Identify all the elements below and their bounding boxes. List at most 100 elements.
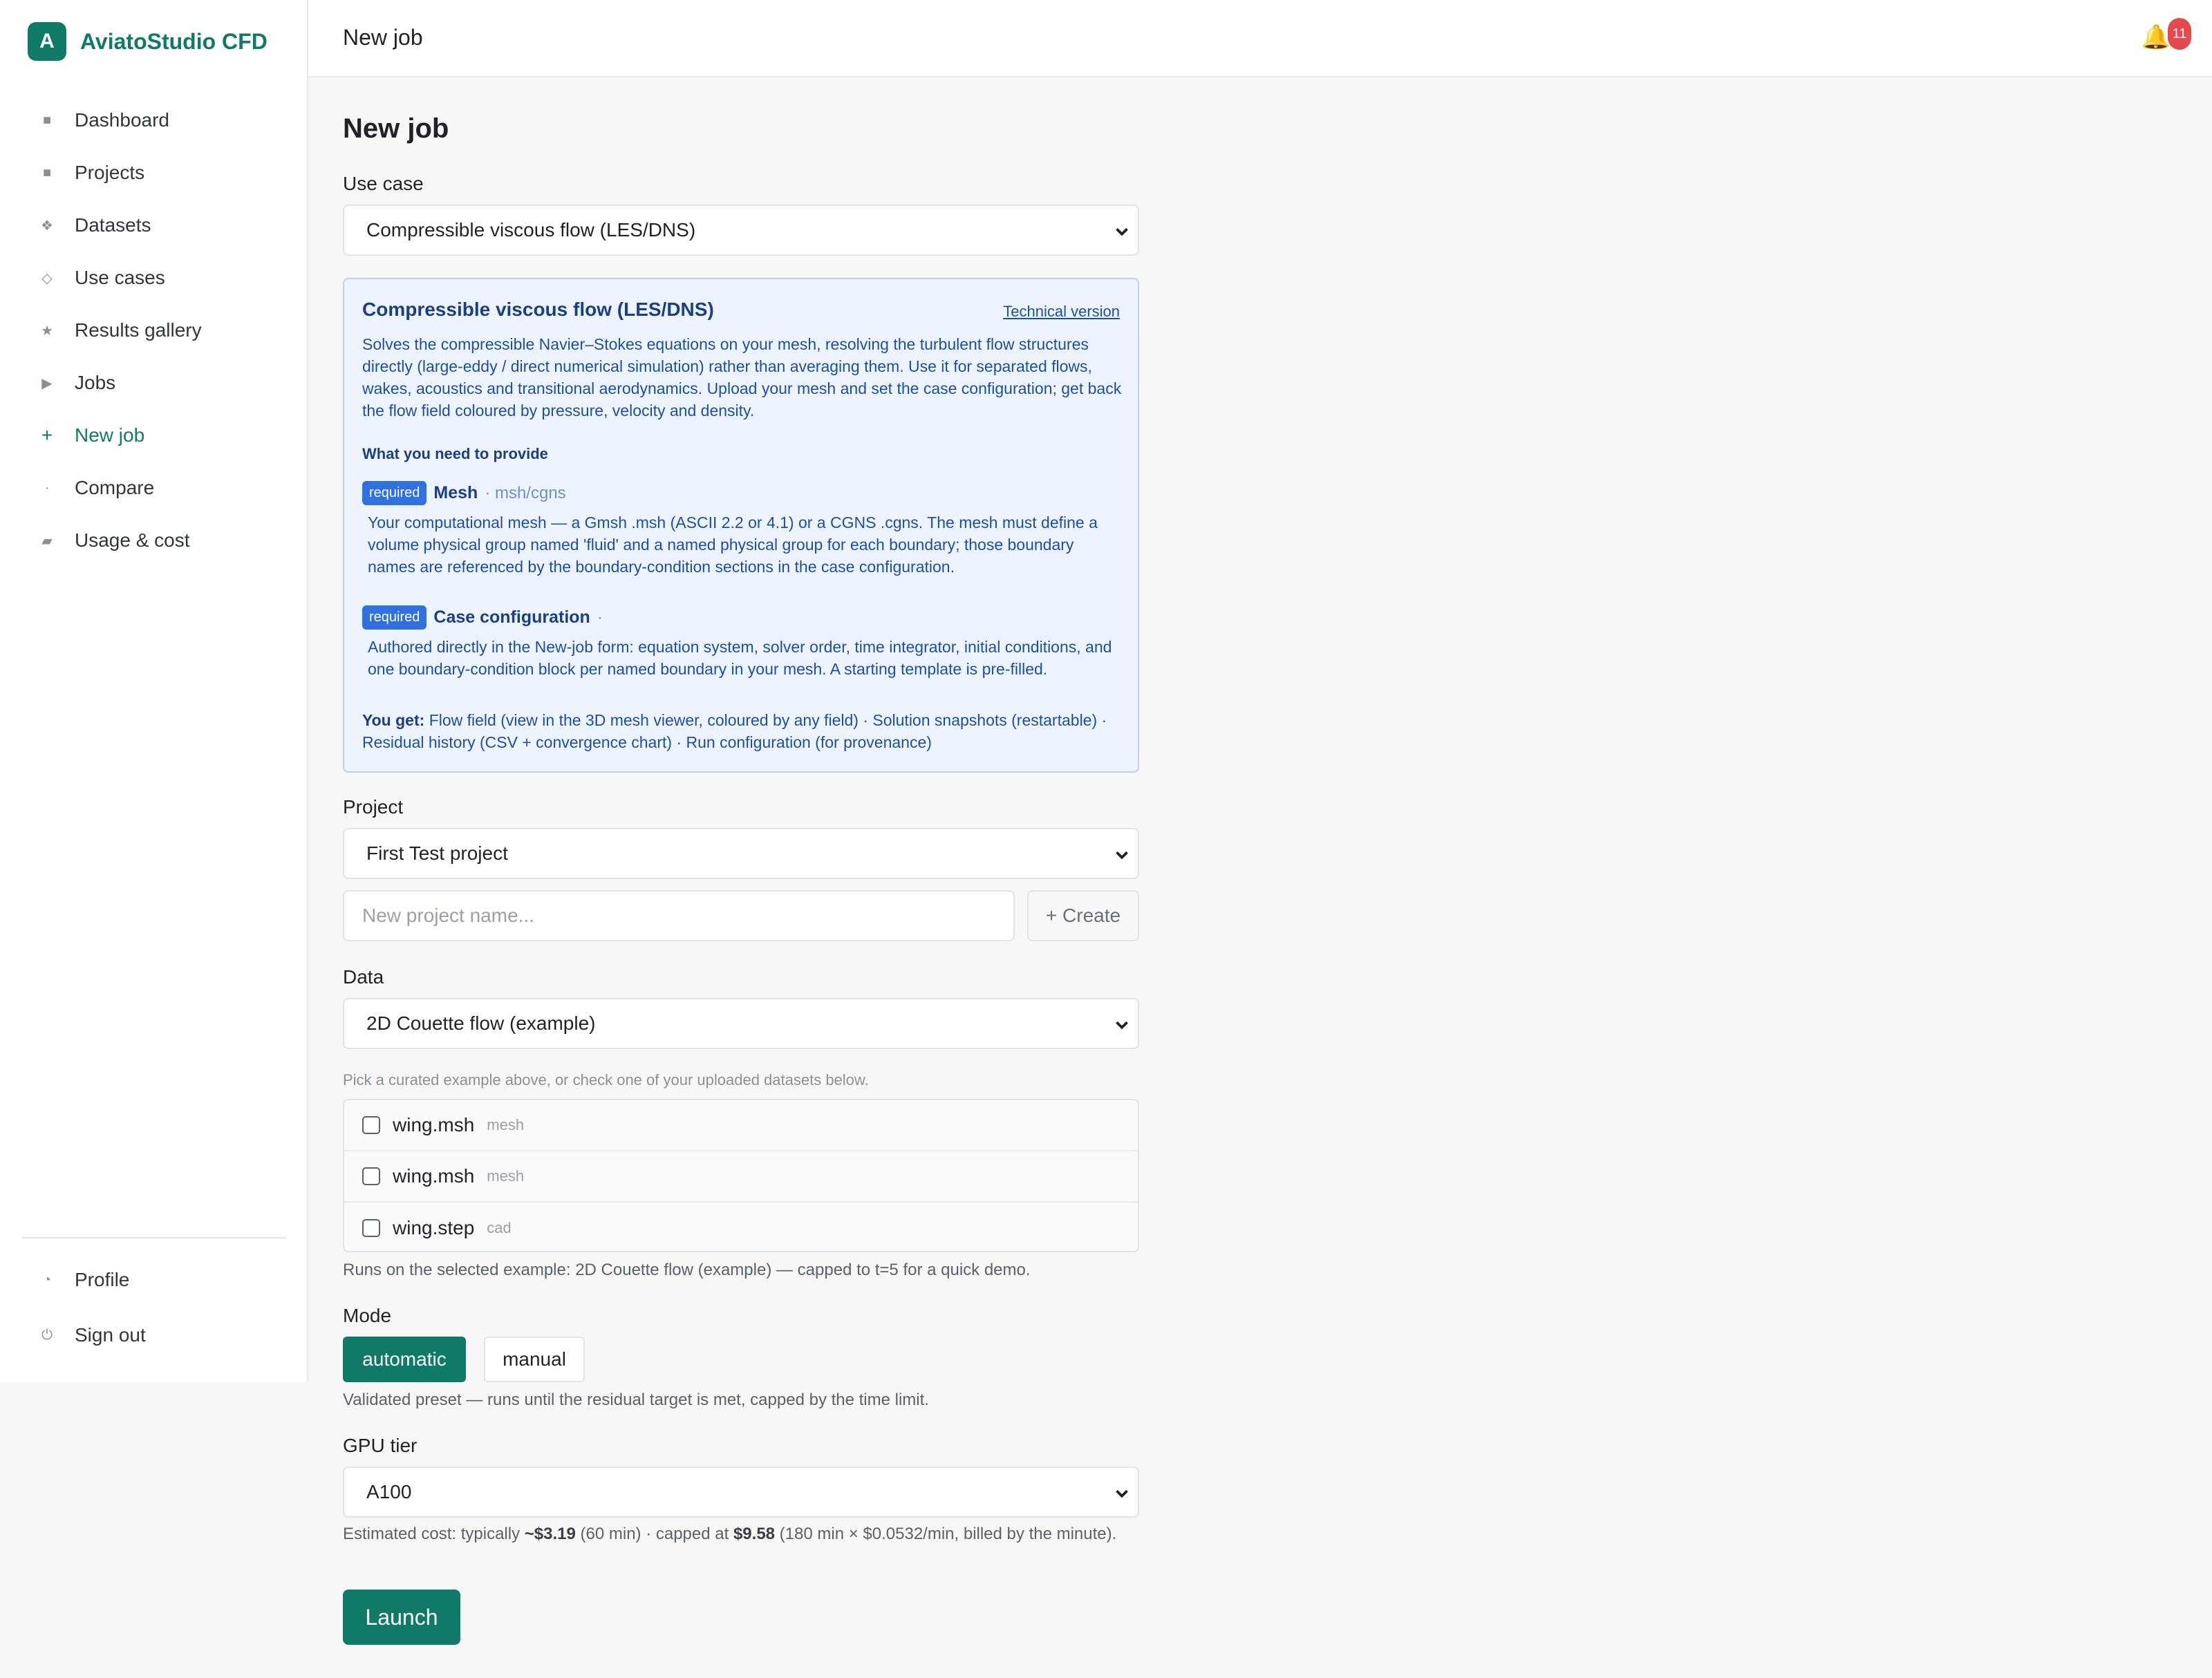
- top-bar: New job 🔔 11: [308, 0, 2212, 77]
- dataset-row[interactable]: wing.msh mesh: [344, 1151, 1138, 1203]
- dataset-name: wing.step: [393, 1217, 475, 1238]
- data-hint: Pick a curated example above, or check o…: [343, 1071, 869, 1088]
- dataset-row[interactable]: wing.msh mesh: [344, 1100, 1138, 1151]
- sidebar-item-usage-cost[interactable]: ▰ Usage & cost: [22, 514, 286, 567]
- requirement-format: · msh/cgns: [485, 483, 566, 502]
- you-get-label: You get:: [362, 711, 425, 729]
- sidebar-item-new-job[interactable]: + New job: [22, 409, 286, 462]
- notification-badge[interactable]: 11: [2168, 18, 2191, 50]
- sidebar-item-label: Sign out: [75, 1324, 146, 1346]
- usage-icon: ▰: [41, 533, 53, 549]
- dataset-checkbox[interactable]: [362, 1167, 380, 1185]
- sidebar-item-label: Profile: [75, 1269, 130, 1290]
- data-run-note: Runs on the selected example: 2D Couette…: [343, 1261, 1031, 1279]
- dataset-name: wing.msh: [393, 1165, 475, 1187]
- dataset-type: cad: [487, 1219, 512, 1236]
- chevron-down-icon: [1116, 851, 1128, 860]
- requirement-format: ·: [597, 607, 603, 627]
- data-label: Data: [343, 966, 384, 988]
- dashboard-icon: ■: [42, 112, 52, 128]
- data-select[interactable]: 2D Couette flow (example): [343, 998, 1139, 1049]
- profile-icon: ◔: [42, 1272, 52, 1288]
- gpu-tier-value: A100: [366, 1481, 412, 1502]
- gpu-tier-select[interactable]: A100: [343, 1467, 1139, 1518]
- dataset-checkbox[interactable]: [362, 1116, 380, 1134]
- cost-estimate: Estimated cost: typically ~$3.19 (60 min…: [343, 1523, 1139, 1545]
- sidebar-item-compare[interactable]: · Compare: [22, 462, 286, 514]
- dataset-name: wing.msh: [393, 1114, 475, 1135]
- sidebar-divider: [22, 1237, 286, 1238]
- requirement-description: Your computational mesh — a Gmsh .msh (A…: [368, 513, 1098, 576]
- gpu-tier-label: GPU tier: [343, 1435, 418, 1456]
- mode-manual-button[interactable]: manual: [484, 1337, 585, 1382]
- project-label: Project: [343, 796, 404, 818]
- create-project-button[interactable]: + Create: [1027, 890, 1139, 941]
- sidebar-item-label: Jobs: [75, 372, 116, 393]
- requirement-case-config: required Case configuration ·: [362, 605, 603, 630]
- sidebar-nav: ■ Dashboard ■ Projects ❖ Datasets ◇ Use …: [22, 94, 286, 567]
- page-title: New job: [343, 113, 449, 144]
- sidebar-item-label: Compare: [75, 477, 155, 498]
- sidebar-item-label: Projects: [75, 162, 145, 183]
- cost-suffix: (180 min × $0.0532/min, billed by the mi…: [775, 1525, 1117, 1543]
- requirement-mesh: required Mesh · msh/cgns: [362, 481, 566, 505]
- use-case-description: Solves the compressible Navier–Stokes eq…: [362, 335, 1122, 419]
- mode-label: Mode: [343, 1305, 392, 1326]
- dataset-type: mesh: [487, 1116, 525, 1133]
- technical-version-link[interactable]: Technical version: [1003, 303, 1120, 321]
- launch-button[interactable]: Launch: [343, 1590, 460, 1645]
- use-case-label: Use case: [343, 173, 424, 194]
- dataset-list: wing.msh mesh wing.msh mesh wing.step ca…: [343, 1099, 1139, 1252]
- chevron-down-icon: [1116, 1021, 1128, 1030]
- mode-automatic-button[interactable]: automatic: [343, 1337, 466, 1382]
- sidebar-item-label: New job: [75, 424, 145, 446]
- sidebar-item-projects[interactable]: ■ Projects: [22, 147, 286, 199]
- typical-cost: ~$3.19: [524, 1525, 576, 1543]
- provide-heading: What you need to provide: [362, 445, 548, 462]
- requirement-name: Mesh: [433, 483, 478, 502]
- sidebar-item-profile[interactable]: ◔ Profile: [22, 1252, 286, 1308]
- requirement-name: Case configuration: [433, 607, 590, 627]
- app-logo: A: [28, 22, 66, 61]
- use-case-info-card: Compressible viscous flow (LES/DNS) Tech…: [343, 278, 1139, 773]
- outputs-summary: You get: Flow field (view in the 3D mesh…: [362, 709, 1123, 753]
- sidebar-item-results-gallery[interactable]: ★ Results gallery: [22, 304, 286, 357]
- dot-icon: ·: [44, 480, 50, 496]
- sidebar-item-label: Datasets: [75, 214, 151, 236]
- cost-prefix: Estimated cost: typically: [343, 1525, 525, 1543]
- dataset-type: mesh: [487, 1167, 525, 1185]
- required-badge: required: [362, 481, 427, 505]
- outputs-list: Flow field (view in the 3D mesh viewer, …: [362, 711, 1107, 751]
- header-title: New job: [343, 25, 423, 50]
- dataset-row[interactable]: wing.step cad: [344, 1203, 1138, 1254]
- new-project-name-input[interactable]: New project name...: [343, 890, 1015, 941]
- sidebar-item-sign-out[interactable]: ⏻ Sign out: [22, 1308, 286, 1363]
- sidebar-item-label: Dashboard: [75, 109, 169, 131]
- sidebar-item-jobs[interactable]: ▶ Jobs: [22, 357, 286, 409]
- requirement-description: Authored directly in the New-job form: e…: [368, 638, 1112, 678]
- cost-mid: (60 min) · capped at: [575, 1525, 733, 1543]
- star-icon: ★: [41, 323, 53, 339]
- brand[interactable]: A AviatoStudio CFD: [28, 22, 268, 61]
- projects-icon: ■: [42, 164, 52, 180]
- chevron-down-icon: [1116, 227, 1128, 236]
- bell-icon[interactable]: 🔔: [2141, 23, 2171, 51]
- mode-note: Validated preset — runs until the residu…: [343, 1391, 929, 1409]
- chevron-down-icon: [1116, 1489, 1128, 1498]
- sidebar-item-label: Use cases: [75, 267, 165, 288]
- project-select[interactable]: First Test project: [343, 828, 1139, 879]
- sidebar-item-use-cases[interactable]: ◇ Use cases: [22, 252, 286, 304]
- dataset-checkbox[interactable]: [362, 1219, 380, 1237]
- play-icon: ▶: [41, 375, 53, 391]
- sidebar-item-label: Usage & cost: [75, 529, 190, 551]
- app-name: AviatoStudio CFD: [80, 28, 268, 54]
- power-icon: ⏻: [41, 1327, 53, 1343]
- use-cases-icon: ◇: [41, 270, 53, 286]
- capped-cost: $9.58: [733, 1525, 776, 1543]
- use-case-value: Compressible viscous flow (LES/DNS): [366, 219, 696, 241]
- use-case-select[interactable]: Compressible viscous flow (LES/DNS): [343, 205, 1139, 256]
- sidebar-item-dashboard[interactable]: ■ Dashboard: [22, 94, 286, 147]
- sidebar-item-datasets[interactable]: ❖ Datasets: [22, 199, 286, 252]
- info-card-title: Compressible viscous flow (LES/DNS): [362, 299, 714, 320]
- sidebar-item-label: Results gallery: [75, 319, 202, 341]
